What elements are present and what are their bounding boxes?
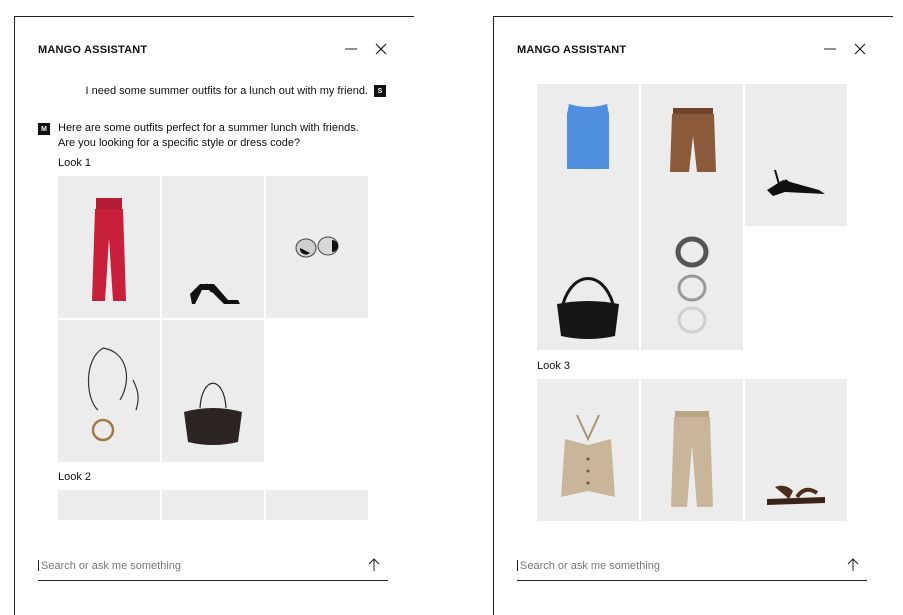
- bot-message: M Here are some outfits perfect for a su…: [38, 121, 378, 151]
- product-black-heels[interactable]: [162, 176, 264, 318]
- brown-shorts-image: [670, 108, 716, 172]
- silver-earrings-image: [295, 236, 339, 258]
- product-bangles[interactable]: [641, 208, 743, 350]
- black-woven-bag-image: [557, 277, 619, 339]
- close-icon[interactable]: [852, 41, 868, 57]
- silver-pendant-necklace-image: [87, 347, 139, 442]
- beige-trousers-image: [671, 411, 713, 507]
- assistant-title: MANGO ASSISTANT: [517, 44, 627, 56]
- assistant-title: MANGO ASSISTANT: [38, 44, 148, 56]
- black-strappy-heels-image: [190, 283, 240, 304]
- text-caret: [517, 560, 518, 571]
- product-blue-top[interactable]: [537, 84, 639, 226]
- look-1-label: Look 1: [58, 157, 92, 169]
- product-partial-1[interactable]: [58, 490, 160, 520]
- bot-message-text: Here are some outfits perfect for a summ…: [58, 122, 359, 149]
- look-3-label: Look 3: [537, 360, 571, 372]
- product-brown-sandals[interactable]: [745, 379, 847, 521]
- arrow-up-icon[interactable]: [366, 557, 382, 573]
- close-icon[interactable]: [373, 41, 389, 57]
- brown-flat-sandals-image: [767, 485, 825, 505]
- minimize-icon[interactable]: [822, 41, 838, 57]
- product-silver-earrings[interactable]: [266, 176, 368, 318]
- user-avatar: S: [374, 85, 386, 97]
- assistant-panel-right: MANGO ASSISTANT Look 3 Search or ask me …: [493, 16, 893, 615]
- product-black-sandals[interactable]: [745, 84, 847, 226]
- minimize-icon[interactable]: [343, 41, 359, 57]
- product-brown-shorts[interactable]: [641, 84, 743, 226]
- beige-halter-vest-image: [561, 414, 615, 497]
- bot-avatar: M: [38, 123, 50, 135]
- product-beige-trousers[interactable]: [641, 379, 743, 521]
- product-red-jumpsuit[interactable]: [58, 176, 160, 318]
- search-bar: [38, 556, 388, 581]
- text-caret: [38, 560, 39, 571]
- black-shoulder-bag-image: [184, 382, 242, 445]
- product-pendant-necklace[interactable]: [58, 320, 160, 462]
- product-woven-bag[interactable]: [537, 208, 639, 350]
- red-jumpsuit-image: [92, 198, 126, 301]
- arrow-up-icon[interactable]: [845, 557, 861, 573]
- product-halter-vest[interactable]: [537, 379, 639, 521]
- assistant-panel-left: MANGO ASSISTANT I need some summer outfi…: [14, 16, 414, 615]
- look-2-label: Look 2: [58, 471, 92, 483]
- product-shoulder-bag[interactable]: [162, 320, 264, 462]
- user-message: I need some summer outfits for a lunch o…: [86, 85, 386, 97]
- search-input[interactable]: [520, 557, 840, 575]
- product-partial-3[interactable]: [266, 490, 368, 520]
- product-partial-2[interactable]: [162, 490, 264, 520]
- black-strappy-sandals-image: [767, 169, 825, 196]
- user-message-text: I need some summer outfits for a lunch o…: [85, 85, 368, 97]
- bangles-image: [675, 236, 709, 334]
- search-bar: [517, 556, 867, 581]
- blue-sleeveless-top-image: [567, 104, 609, 169]
- search-input[interactable]: [41, 557, 361, 575]
